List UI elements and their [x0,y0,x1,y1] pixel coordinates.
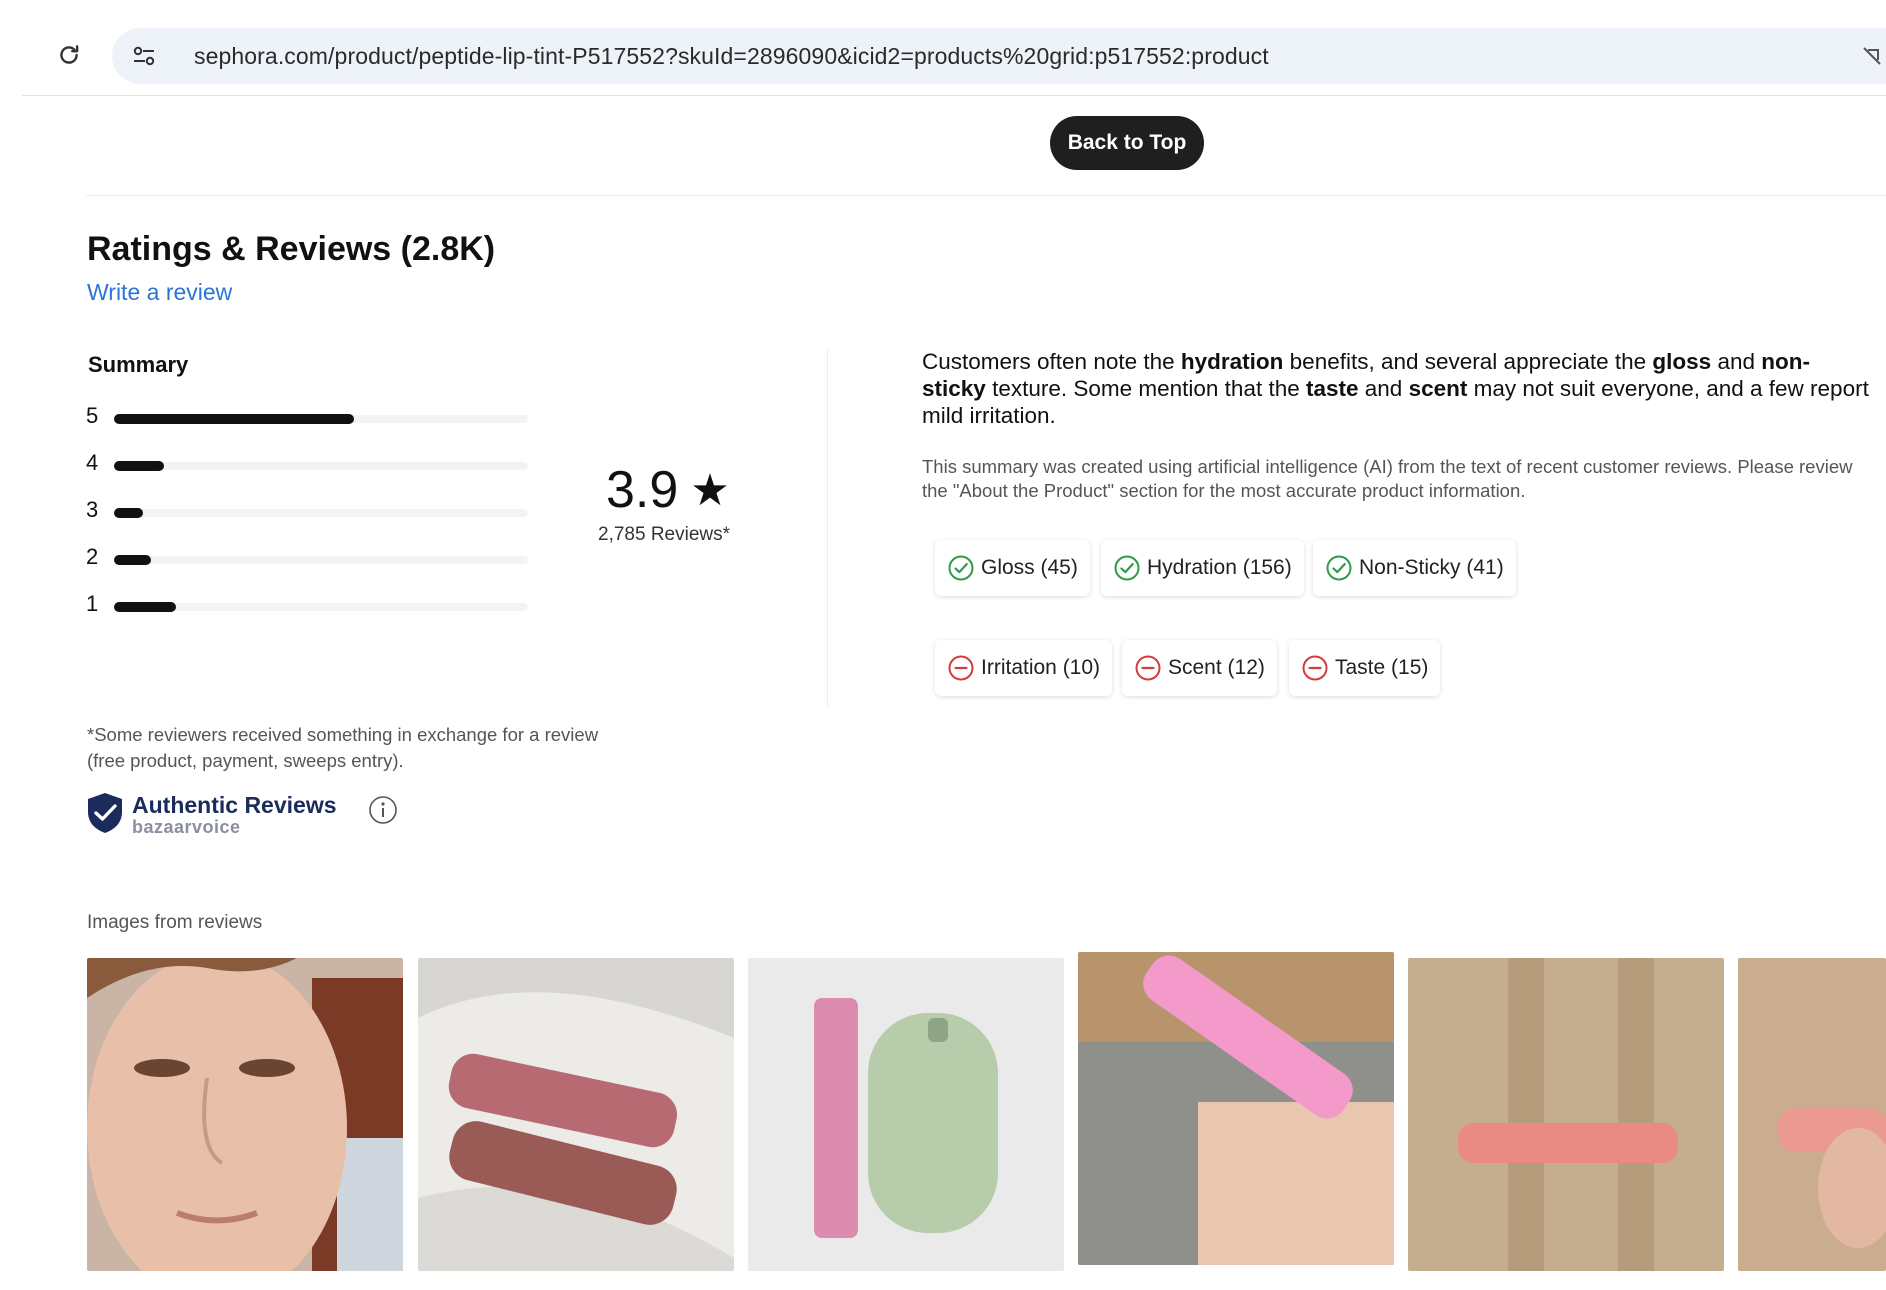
incentive-disclaimer: *Some reviewers received something in ex… [87,724,599,771]
section-divider [86,195,1886,196]
rating-bar-fill [114,508,143,518]
rating-bar-track [114,461,528,471]
browser-toolbar: sephora.com/product/peptide-lip-tint-P51… [22,0,1886,96]
tag-chip-taste[interactable]: Taste (15) [1289,640,1441,696]
review-image-thumbnail[interactable] [418,958,734,1271]
rating-bar-5[interactable]: 5 [86,403,536,433]
summary-heading: Summary [88,352,189,377]
column-divider [827,350,828,706]
rating-bar-4[interactable]: 4 [86,450,536,480]
tag-label: Gloss (45) [981,556,1078,579]
rating-bar-label: 2 [86,544,99,569]
rating-bar-label: 3 [86,497,99,522]
url-text[interactable]: sephora.com/product/peptide-lip-tint-P51… [194,43,1269,70]
tune-icon[interactable] [130,42,158,70]
review-image-thumbnail[interactable] [748,958,1064,1271]
average-rating: 3.9 ★ [606,460,730,520]
tag-chip-non-sticky[interactable]: Non-Sticky (41) [1313,540,1516,596]
rating-bar-fill [114,414,355,424]
rating-bar-fill [114,602,177,612]
back-to-top-button[interactable]: Back to Top [1050,116,1204,170]
minus-circle-icon [1134,654,1162,682]
tag-label: Taste (15) [1335,656,1429,679]
tag-chip-gloss[interactable]: Gloss (45) [935,540,1090,596]
rating-bar-label: 1 [86,591,99,616]
rating-bar-1[interactable]: 1 [86,591,536,621]
rating-bar-label: 5 [86,403,99,428]
rating-bar-track [114,602,528,612]
review-image-thumbnail[interactable] [1738,958,1886,1271]
ratings-reviews-title: Ratings & Reviews (2.8K) [87,230,496,268]
check-circle-icon [1113,554,1141,582]
review-count: 2,785 Reviews* [598,524,731,545]
rating-bar-fill [114,461,164,471]
badge-subtitle: bazaarvoice [132,817,241,837]
rating-bar-3[interactable]: 3 [86,497,536,527]
review-image-thumbnail[interactable] [1078,952,1394,1265]
authentic-reviews-badge: Authentic Reviews bazaarvoice [86,792,416,837]
rating-bar-label: 4 [86,450,99,475]
rating-bar-track [114,555,528,565]
shield-check-icon [86,792,124,834]
ai-summary-disclaimer: This summary was created using artificia… [922,456,1853,501]
ai-review-summary: Customers often note the hydration benef… [922,349,1869,428]
rating-bar-fill [114,555,152,565]
minus-circle-icon [947,654,975,682]
address-bar[interactable]: sephora.com/product/peptide-lip-tint-P51… [112,28,1886,84]
info-icon[interactable] [368,795,398,825]
extension-icon[interactable] [1860,44,1884,68]
review-image-thumbnail[interactable] [87,958,403,1271]
tag-chip-hydration[interactable]: Hydration (156) [1101,540,1304,596]
images-from-reviews-label: Images from reviews [87,912,263,933]
tag-label: Hydration (156) [1147,556,1292,579]
tag-chip-irritation[interactable]: Irritation (10) [935,640,1113,696]
tag-label: Non-Sticky (41) [1359,556,1504,579]
reload-icon[interactable] [52,38,86,72]
star-icon: ★ [690,465,730,515]
tag-label: Scent (12) [1168,656,1265,679]
write-review-link[interactable]: Write a review [87,279,232,306]
rating-bar-2[interactable]: 2 [86,544,536,574]
rating-bar-track [114,414,528,424]
tag-chip-scent[interactable]: Scent (12) [1122,640,1277,696]
badge-title: Authentic Reviews [132,792,337,818]
minus-circle-icon [1301,654,1329,682]
tag-label: Irritation (10) [981,656,1101,679]
review-image-thumbnail[interactable] [1408,958,1724,1271]
check-circle-icon [947,554,975,582]
average-rating-value: 3.9 [606,461,679,519]
rating-bar-track [114,508,528,518]
check-circle-icon [1325,554,1353,582]
